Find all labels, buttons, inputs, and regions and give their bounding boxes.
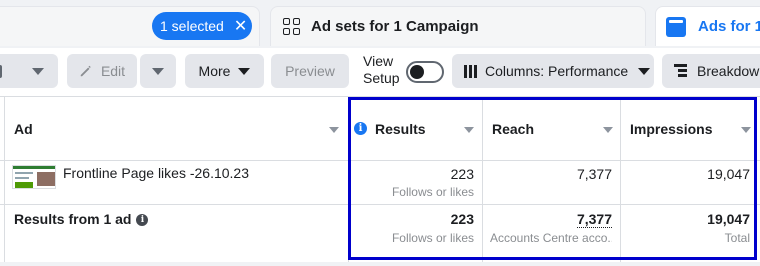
ad-reach-value: 7,377 — [576, 166, 612, 182]
grid-icon — [283, 17, 301, 36]
duplicate-button[interactable] — [0, 54, 58, 88]
ad-icon — [666, 16, 686, 37]
sort-icon[interactable] — [603, 127, 613, 133]
tab-ad-sets[interactable]: Ad sets for 1 Campaign — [270, 6, 646, 46]
pencil-icon — [80, 65, 91, 77]
column-divider — [482, 97, 483, 263]
breakdown-icon — [674, 64, 687, 78]
summary-results-value: 223 — [450, 211, 474, 227]
more-button[interactable]: More — [185, 54, 264, 88]
info-icon[interactable]: i — [354, 122, 367, 135]
column-divider — [620, 97, 621, 263]
column-header-reach[interactable]: Reach — [492, 97, 616, 161]
sort-icon[interactable] — [741, 127, 751, 133]
more-label: More — [198, 63, 231, 79]
toggle-knob — [410, 65, 424, 79]
column-header-reach-label: Reach — [492, 120, 535, 137]
summary-impressions-type: Total — [724, 231, 750, 245]
summary-reach-number[interactable]: 7,377 — [576, 211, 612, 228]
summary-label: Results from 1 ad i — [14, 211, 149, 227]
edit-label: Edit — [100, 63, 126, 79]
info-icon[interactable]: i — [136, 214, 149, 227]
summary-reach-type: Accounts Centre acco... — [490, 231, 612, 245]
summary-label-text: Results from 1 ad — [14, 211, 132, 227]
columns-label: Columns: Performance — [485, 63, 629, 79]
column-header-results[interactable]: i Results — [354, 97, 478, 161]
summary-results-type: Follows or likes — [391, 231, 474, 245]
ad-thumbnail[interactable] — [12, 165, 56, 189]
duplicate-icon — [0, 65, 2, 78]
ad-impressions-value: 19,047 — [707, 166, 750, 182]
breakdown-label: Breakdown — [697, 63, 760, 79]
tab-ad-sets-label: Ad sets for 1 Campaign — [311, 18, 479, 35]
view-setup-toggle[interactable] — [406, 61, 444, 83]
chevron-down-icon — [238, 67, 251, 75]
close-icon[interactable]: ✕ — [234, 16, 247, 36]
ad-results-type: Follows or likes — [391, 185, 474, 199]
selected-count-chip[interactable]: 1 selected ✕ — [152, 12, 252, 40]
ads-manager: 1 selected ✕ Ad sets for 1 Campaign Ads … — [0, 0, 760, 266]
columns-icon — [464, 64, 477, 78]
view-setup-label: View Setup — [363, 53, 400, 87]
chevron-down-icon — [638, 67, 651, 75]
summary-reach-value: 7,377 — [488, 211, 612, 228]
row-divider — [0, 204, 760, 205]
ad-results-value: 223 — [450, 166, 474, 182]
tab-ads-label: Ads for 1 — [698, 18, 760, 35]
sort-icon[interactable] — [464, 127, 474, 133]
column-divider — [348, 97, 349, 263]
edit-button[interactable]: Edit — [67, 54, 137, 88]
sort-icon[interactable] — [329, 127, 339, 133]
breakdown-dropdown[interactable]: Breakdown — [662, 54, 760, 88]
view-setup-line1: View — [363, 53, 394, 69]
column-header-ad[interactable]: Ad — [14, 97, 344, 161]
edit-dropdown-button[interactable] — [140, 54, 176, 88]
columns-dropdown[interactable]: Columns: Performance — [452, 54, 654, 88]
selected-count-label: 1 selected — [160, 18, 224, 34]
view-setup-line2: Setup — [363, 70, 400, 86]
level-tab-bar: 1 selected ✕ Ad sets for 1 Campaign Ads … — [0, 0, 760, 48]
chevron-down-icon — [32, 68, 44, 75]
chevron-down-icon — [152, 67, 164, 75]
toolbar: Edit More Preview View Setup Columns: Pe… — [0, 48, 760, 96]
column-header-impressions[interactable]: Impressions — [630, 97, 754, 161]
tab-ads[interactable]: Ads for 1 — [655, 6, 760, 46]
table-bottom-edge — [0, 262, 760, 266]
ads-table: Ad i Results Reach Impressions Frontline… — [0, 96, 760, 266]
column-header-ad-label: Ad — [14, 120, 33, 137]
column-divider — [4, 97, 5, 263]
preview-label: Preview — [285, 63, 335, 79]
preview-button[interactable]: Preview — [271, 54, 349, 88]
column-header-results-label: Results — [375, 120, 426, 137]
summary-impressions-value: 19,047 — [707, 211, 750, 227]
ad-name[interactable]: Frontline Page likes -26.10.23 — [63, 165, 249, 181]
column-header-impressions-label: Impressions — [630, 120, 713, 137]
